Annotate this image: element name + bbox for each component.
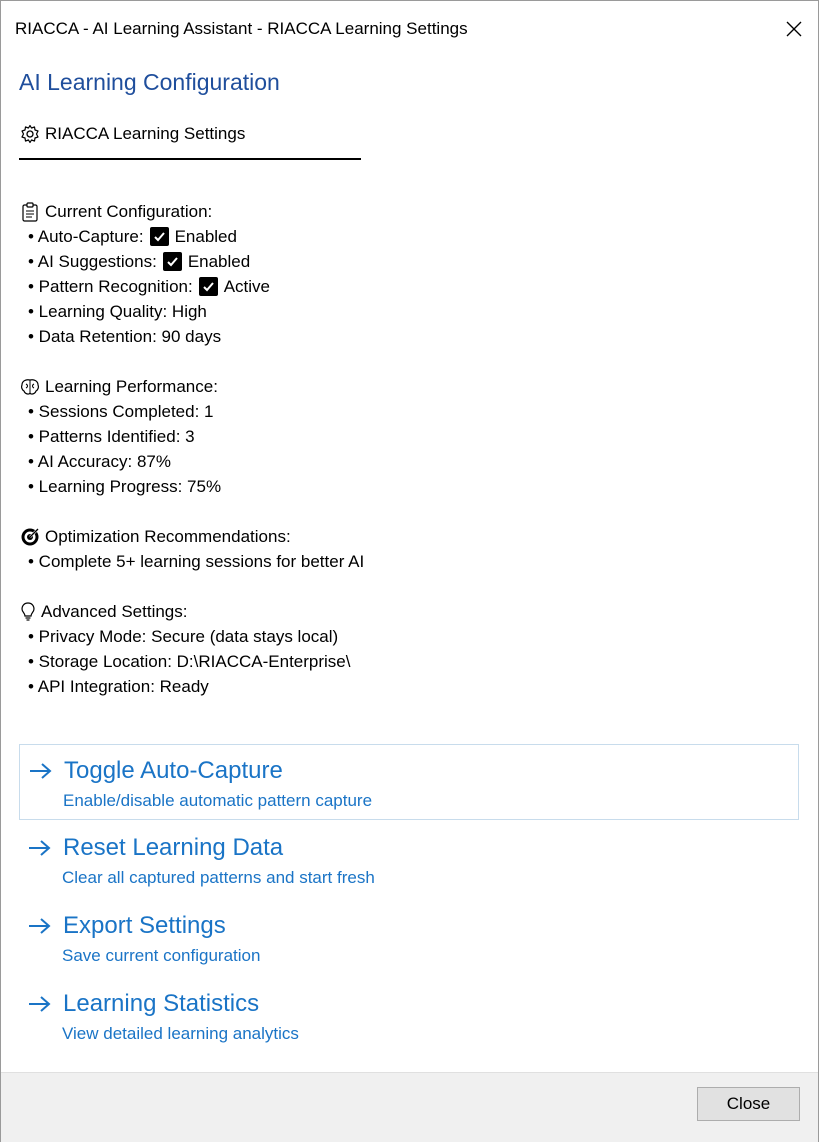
pattern-recognition-row: • Pattern Recognition: Active: [19, 274, 799, 299]
page-title: AI Learning Configuration: [19, 69, 280, 95]
settings-content: RIACCA Learning Settings Current Configu…: [19, 121, 799, 699]
window-title: RIACCA - AI Learning Assistant - RIACCA …: [15, 19, 468, 38]
list-item: • Complete 5+ learning sessions for bett…: [28, 552, 365, 571]
link-title: Reset Learning Data: [63, 834, 284, 861]
section-optimization-title: Optimization Recommendations:: [19, 524, 799, 549]
checkmark-icon: [149, 227, 169, 246]
close-button[interactable]: Close: [697, 1087, 800, 1121]
list-item: • AI Accuracy: 87%: [28, 452, 171, 471]
arrow-right-icon: [28, 761, 54, 781]
section-title-label: Optimization Recommendations:: [45, 527, 291, 546]
list-item: • Privacy Mode: Secure (data stays local…: [28, 627, 339, 646]
ai-suggestions-row: • AI Suggestions: Enabled: [19, 249, 799, 274]
link-title: Toggle Auto-Capture: [64, 757, 283, 784]
export-settings-link[interactable]: Export Settings Save current configurati…: [19, 900, 799, 976]
reset-learning-data-link[interactable]: Reset Learning Data Clear all captured p…: [19, 822, 799, 898]
auto-capture-label: • Auto-Capture:: [28, 227, 144, 246]
window-close-button[interactable]: [774, 11, 814, 47]
link-description: Save current configuration: [62, 946, 261, 965]
ai-suggestions-value: Enabled: [187, 252, 251, 271]
close-icon: [786, 21, 802, 37]
brain-icon: [19, 376, 41, 398]
list-item: • Patterns Identified: 3: [28, 427, 195, 446]
list-item: • Sessions Completed: 1: [28, 402, 214, 421]
section-advanced-title: Advanced Settings:: [19, 599, 799, 624]
lightbulb-icon: [19, 601, 37, 623]
link-description: Clear all captured patterns and start fr…: [62, 868, 375, 887]
section-title-label: Learning Performance:: [45, 377, 218, 396]
settings-header: RIACCA Learning Settings: [19, 121, 799, 146]
link-description: View detailed learning analytics: [62, 1024, 299, 1043]
gear-icon: [19, 123, 41, 145]
link-description: Enable/disable automatic pattern capture: [63, 791, 373, 810]
list-item: • API Integration: Ready: [28, 677, 209, 696]
link-title: Export Settings: [63, 912, 226, 939]
arrow-right-icon: [27, 838, 53, 858]
dialog-footer: Close: [1, 1072, 818, 1142]
list-item: • Storage Location: D:\RIACCA-Enterprise…: [28, 652, 351, 671]
section-title-label: Current Configuration:: [45, 202, 213, 221]
arrow-right-icon: [27, 916, 53, 936]
list-item: • Learning Progress: 75%: [28, 477, 222, 496]
link-title: Learning Statistics: [63, 990, 260, 1017]
checkmark-icon: [162, 252, 182, 271]
dialog-window: RIACCA - AI Learning Assistant - RIACCA …: [0, 0, 819, 1142]
auto-capture-row: • Auto-Capture: Enabled: [19, 224, 799, 249]
auto-capture-value: Enabled: [174, 227, 237, 246]
section-current-title: Current Configuration:: [19, 199, 799, 224]
pattern-recognition-value: Active: [223, 277, 271, 296]
target-icon: [19, 526, 41, 548]
ai-suggestions-label: • AI Suggestions:: [28, 252, 157, 271]
section-performance-title: Learning Performance:: [19, 374, 799, 399]
pattern-recognition-label: • Pattern Recognition:: [28, 277, 193, 296]
settings-header-label: RIACCA Learning Settings: [45, 124, 246, 143]
clipboard-icon: [19, 201, 41, 223]
arrow-right-icon: [27, 994, 53, 1014]
section-title-label: Advanced Settings:: [41, 602, 188, 621]
learning-quality-row: • Learning Quality: High: [28, 302, 207, 321]
learning-statistics-link[interactable]: Learning Statistics View detailed learni…: [19, 978, 799, 1054]
data-retention-row: • Data Retention: 90 days: [28, 327, 222, 346]
title-bar[interactable]: RIACCA - AI Learning Assistant - RIACCA …: [1, 1, 818, 57]
toggle-auto-capture-link[interactable]: Toggle Auto-Capture Enable/disable autom…: [19, 744, 799, 820]
checkmark-icon: [198, 277, 218, 296]
